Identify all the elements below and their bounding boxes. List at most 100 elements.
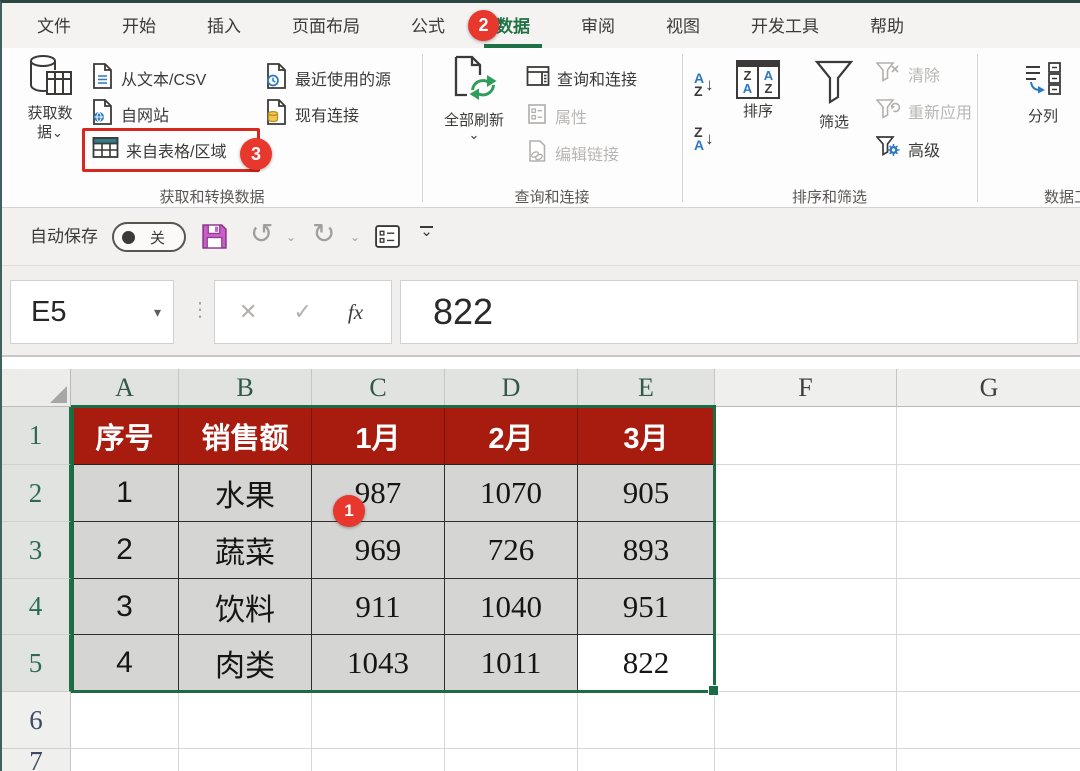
cell-E1[interactable]: 3月 [578,407,715,465]
column-header-D[interactable]: D [445,369,578,407]
empty-cell[interactable] [897,465,1080,522]
tab-insert[interactable]: 插入 [197,3,251,48]
cell-C2[interactable]: 987 [312,465,445,522]
form-button[interactable] [374,224,401,254]
autosave-toggle[interactable]: 关 [112,222,186,252]
empty-cell[interactable] [312,749,445,771]
empty-cell[interactable] [445,692,578,749]
cell-A3[interactable]: 2 [71,522,179,579]
confirm-icon[interactable]: ✓ [293,299,311,325]
cell-C4[interactable]: 911 [312,579,445,635]
queries-connections-button[interactable]: 查询和连接 [526,64,637,92]
save-button[interactable] [200,222,229,256]
tab-formulas[interactable]: 公式 [401,3,455,48]
empty-cell[interactable] [71,692,179,749]
empty-cell[interactable] [715,465,897,522]
cell-A5[interactable]: 4 [71,635,179,692]
insert-function-icon[interactable]: fx [348,300,363,325]
row-header-5[interactable]: 5 [2,635,71,692]
cell-C1[interactable]: 1月 [312,407,445,465]
empty-cell[interactable] [715,579,897,635]
empty-cell[interactable] [312,692,445,749]
empty-cell[interactable] [897,749,1080,771]
name-box-dropdown-arrow[interactable]: ▾ [154,304,161,321]
empty-cell[interactable] [897,579,1080,635]
formula-input[interactable]: 822 [400,280,1078,344]
undo-dropdown[interactable]: ⌄ [286,230,296,244]
cell-D4[interactable]: 1040 [445,579,578,635]
cell-B4[interactable]: 饮料 [179,579,312,635]
cell-B5[interactable]: 肉类 [179,635,312,692]
empty-cell[interactable] [578,749,715,771]
cell-C5[interactable]: 1043 [312,635,445,692]
cell-D3[interactable]: 726 [445,522,578,579]
cell-C3[interactable]: 969 [312,522,445,579]
select-all-corner[interactable] [2,369,71,407]
sort-descending-button[interactable]: Z A ↓ [694,126,714,152]
from-table-range-button[interactable]: 来自表格/区域 [92,136,226,164]
cell-E4[interactable]: 951 [578,579,715,635]
empty-cell[interactable] [715,635,897,692]
get-data-button[interactable]: 获取数据⌄ [14,54,86,142]
empty-cell[interactable] [715,407,897,465]
name-box[interactable]: E5 ▾ [10,280,174,344]
empty-cell[interactable] [715,749,897,771]
row-header-4[interactable]: 4 [2,579,71,635]
empty-cell[interactable] [578,692,715,749]
redo-dropdown[interactable]: ⌄ [350,230,360,244]
column-header-B[interactable]: B [179,369,312,407]
tab-page-layout[interactable]: 页面布局 [282,3,370,48]
cell-D2[interactable]: 1070 [445,465,578,522]
cell-A2[interactable]: 1 [71,465,179,522]
customize-qat-button[interactable]: ⌄ [420,226,433,239]
from-text-csv-button[interactable]: 从文本/CSV [90,64,206,92]
cell-A1[interactable]: 序号 [71,407,179,465]
tab-home[interactable]: 开始 [112,3,166,48]
tab-file[interactable]: 文件 [27,3,81,48]
cell-E5-active[interactable]: 822 [578,635,715,692]
cell-B3[interactable]: 蔬菜 [179,522,312,579]
tab-view[interactable]: 视图 [656,3,710,48]
tab-help[interactable]: 帮助 [860,3,914,48]
cell-E2[interactable]: 905 [578,465,715,522]
empty-cell[interactable] [179,692,312,749]
row-header-2[interactable]: 2 [2,465,71,522]
tab-developer[interactable]: 开发工具 [741,3,829,48]
existing-connections-button[interactable]: 现有连接 [264,100,359,128]
empty-cell[interactable] [179,749,312,771]
empty-cell[interactable] [897,522,1080,579]
cell-B1[interactable]: 销售额 [179,407,312,465]
column-header-F[interactable]: F [715,369,897,407]
filter-button[interactable]: 筛选 [802,58,866,132]
advanced-filter-button[interactable]: 高级 [876,135,940,163]
empty-cell[interactable] [715,692,897,749]
recent-sources-button[interactable]: 最近使用的源 [264,64,391,92]
empty-cell[interactable] [897,692,1080,749]
empty-cell[interactable] [897,635,1080,692]
cancel-icon[interactable]: ✕ [239,299,257,325]
row-header-6[interactable]: 6 [2,692,71,749]
empty-cell[interactable] [71,749,179,771]
sort-ascending-button[interactable]: A Z ↓ [694,72,714,98]
tab-review[interactable]: 审阅 [571,3,625,48]
text-to-columns-button[interactable]: 分列 [1010,60,1076,126]
refresh-all-button[interactable]: 全部刷新 ⌄ [430,54,518,140]
from-web-button[interactable]: 自网站 [90,100,169,128]
empty-cell[interactable] [897,407,1080,465]
column-header-E[interactable]: E [578,369,715,407]
cell-B2[interactable]: 水果 [179,465,312,522]
row-header-1[interactable]: 1 [2,407,71,465]
column-header-A[interactable]: A [71,369,179,407]
column-header-C[interactable]: C [312,369,445,407]
cell-E3[interactable]: 893 [578,522,715,579]
column-header-G[interactable]: G [897,369,1080,407]
cell-D1[interactable]: 2月 [445,407,578,465]
formula-bar-drag-handle[interactable]: ⋮ [190,266,210,355]
sort-button[interactable]: Z A A Z 排序 [728,60,788,121]
row-header-3[interactable]: 3 [2,522,71,579]
cell-A4[interactable]: 3 [71,579,179,635]
tab-data[interactable]: 数据 2 [486,3,540,48]
undo-button[interactable]: ↺ [250,220,273,248]
redo-button[interactable]: ↻ [312,220,335,248]
cell-D5[interactable]: 1011 [445,635,578,692]
